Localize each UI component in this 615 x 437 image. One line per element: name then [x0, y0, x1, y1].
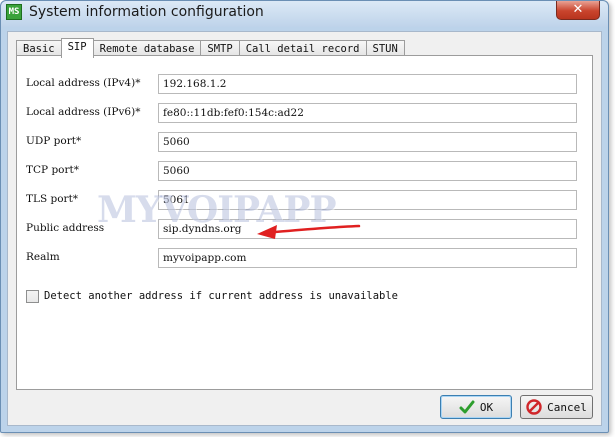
ipv4-row: Local address (IPv4)* 192.168.1.2	[17, 74, 592, 94]
public-address-label: Public address	[26, 222, 105, 234]
ok-button[interactable]: OK	[440, 395, 512, 419]
ipv4-input[interactable]: 192.168.1.2	[158, 74, 577, 94]
detect-address-label: Detect another address if current addres…	[44, 290, 399, 302]
realm-label: Realm	[26, 251, 60, 263]
ipv6-input[interactable]: fe80::11db:fef0:154c:ad22	[158, 103, 577, 123]
dialog-window: MS System information configuration ✕ Ba…	[0, 0, 609, 433]
tcp-port-label: TCP port*	[26, 164, 79, 176]
realm-input[interactable]: myvoipapp.com	[158, 248, 577, 268]
close-button[interactable]: ✕	[556, 1, 600, 20]
tcp-port-input[interactable]: 5060	[158, 161, 577, 181]
detect-address-checkbox[interactable]	[26, 290, 39, 303]
ipv6-label: Local address (IPv6)*	[26, 106, 141, 118]
ipv6-row: Local address (IPv6)* fe80::11db:fef0:15…	[17, 103, 592, 123]
title-bar[interactable]: MS System information configuration ✕	[1, 1, 608, 27]
tls-port-label: TLS port*	[26, 193, 79, 205]
red-arrow-icon	[257, 224, 361, 239]
udp-port-row: UDP port* 5060	[17, 132, 592, 152]
tab-sip[interactable]: SIP	[60, 38, 94, 58]
tcp-port-row: TCP port* 5060	[17, 161, 592, 181]
cancel-button[interactable]: Cancel	[520, 395, 593, 419]
close-icon: ✕	[572, 2, 584, 17]
realm-row: Realm myvoipapp.com	[17, 248, 592, 268]
window-title: System information configuration	[29, 4, 264, 20]
checkmark-icon	[459, 400, 475, 414]
udp-port-label: UDP port*	[26, 135, 82, 147]
ipv4-label: Local address (IPv4)*	[26, 77, 141, 89]
udp-port-input[interactable]: 5060	[158, 132, 577, 152]
app-icon: MS	[6, 4, 22, 20]
no-entry-icon	[526, 399, 542, 415]
tab-bar: Basic SIP Remote database SMTP Call deta…	[16, 38, 405, 58]
cancel-button-label: Cancel	[547, 400, 587, 414]
ok-button-label: OK	[479, 400, 494, 414]
